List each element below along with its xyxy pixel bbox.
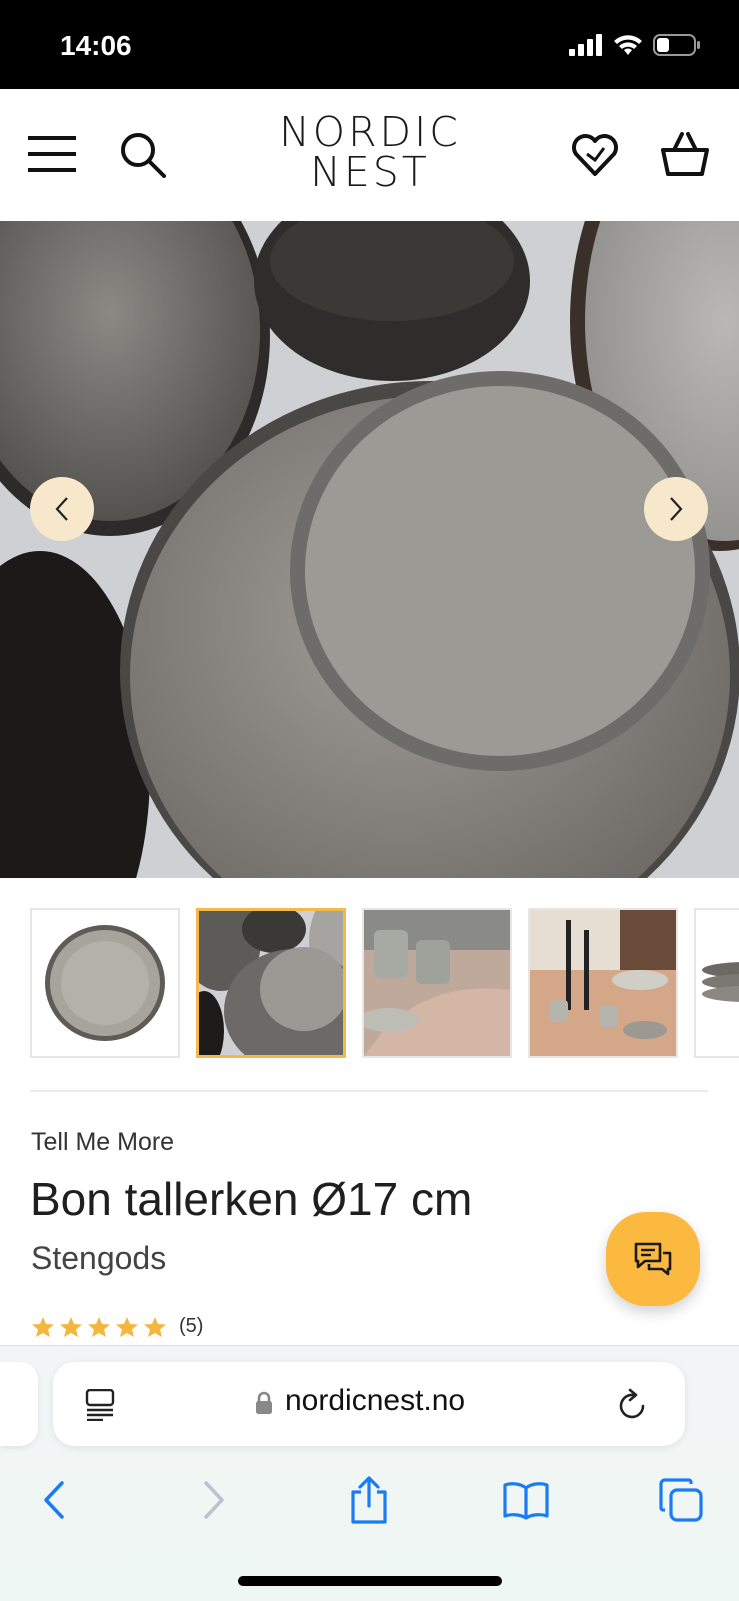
star-icon (88, 1316, 110, 1337)
thumbnail-strip (30, 908, 739, 1060)
search-icon[interactable] (118, 130, 168, 180)
thumbnail-2[interactable] (196, 908, 346, 1058)
thumbnail-5[interactable] (694, 908, 739, 1058)
reload-icon[interactable] (615, 1388, 649, 1422)
battery-icon (653, 34, 700, 56)
status-time: 14:06 (60, 30, 132, 61)
address-bar[interactable]: nordicnest.no (53, 1362, 685, 1446)
book-icon (503, 1482, 549, 1520)
chevron-left-icon (55, 497, 68, 521)
forward-button[interactable] (184, 1470, 244, 1530)
wifi-icon (614, 35, 642, 55)
product-rating[interactable]: (5) (31, 1315, 203, 1338)
chevron-left-icon (44, 1481, 64, 1519)
product-title: Bon tallerken Ø17 cm (30, 1173, 473, 1225)
cart-basket-icon[interactable] (660, 130, 710, 178)
url-text: nordicnest.no (285, 1384, 466, 1417)
system-icons (569, 34, 701, 56)
review-count: (5) (179, 1315, 204, 1337)
thumbnail-3[interactable] (362, 908, 512, 1058)
previous-image-button[interactable] (30, 477, 94, 541)
signal-icon (569, 34, 602, 56)
back-button[interactable] (24, 1470, 84, 1530)
menu-icon[interactable] (28, 134, 76, 174)
next-image-button[interactable] (644, 477, 708, 541)
lock-icon (256, 1391, 272, 1414)
nordic-nest-logo[interactable]: NORDIC NEST (270, 108, 470, 196)
tabs-button[interactable] (651, 1470, 711, 1530)
share-button[interactable] (339, 1470, 399, 1530)
logo-line-2: NEST (310, 148, 430, 196)
divider (30, 1090, 708, 1092)
star-icon (60, 1316, 82, 1337)
status-bar: 14:06 (0, 0, 739, 89)
share-icon (351, 1476, 387, 1524)
logo-line-1: NORDIC (279, 108, 461, 156)
chat-button[interactable] (606, 1212, 700, 1306)
star-icon (32, 1316, 54, 1337)
bookmarks-button[interactable] (496, 1470, 556, 1530)
product-image-main[interactable] (0, 221, 739, 878)
reader-mode-icon[interactable] (85, 1389, 115, 1421)
product-brand[interactable]: Tell Me More (31, 1128, 174, 1157)
product-material: Stengods (31, 1240, 167, 1276)
thumbnail-4[interactable] (528, 908, 678, 1058)
star-icon (116, 1316, 138, 1337)
tabs-icon (659, 1478, 703, 1522)
star-icon (144, 1316, 166, 1337)
chat-bubbles-icon (634, 1242, 672, 1276)
home-indicator (238, 1576, 502, 1586)
adjacent-tab[interactable] (0, 1362, 38, 1446)
thumbnail-1[interactable] (30, 908, 180, 1058)
chevron-right-icon (670, 497, 683, 521)
wishlist-heart-icon[interactable] (571, 132, 619, 178)
chevron-right-icon (204, 1481, 224, 1519)
